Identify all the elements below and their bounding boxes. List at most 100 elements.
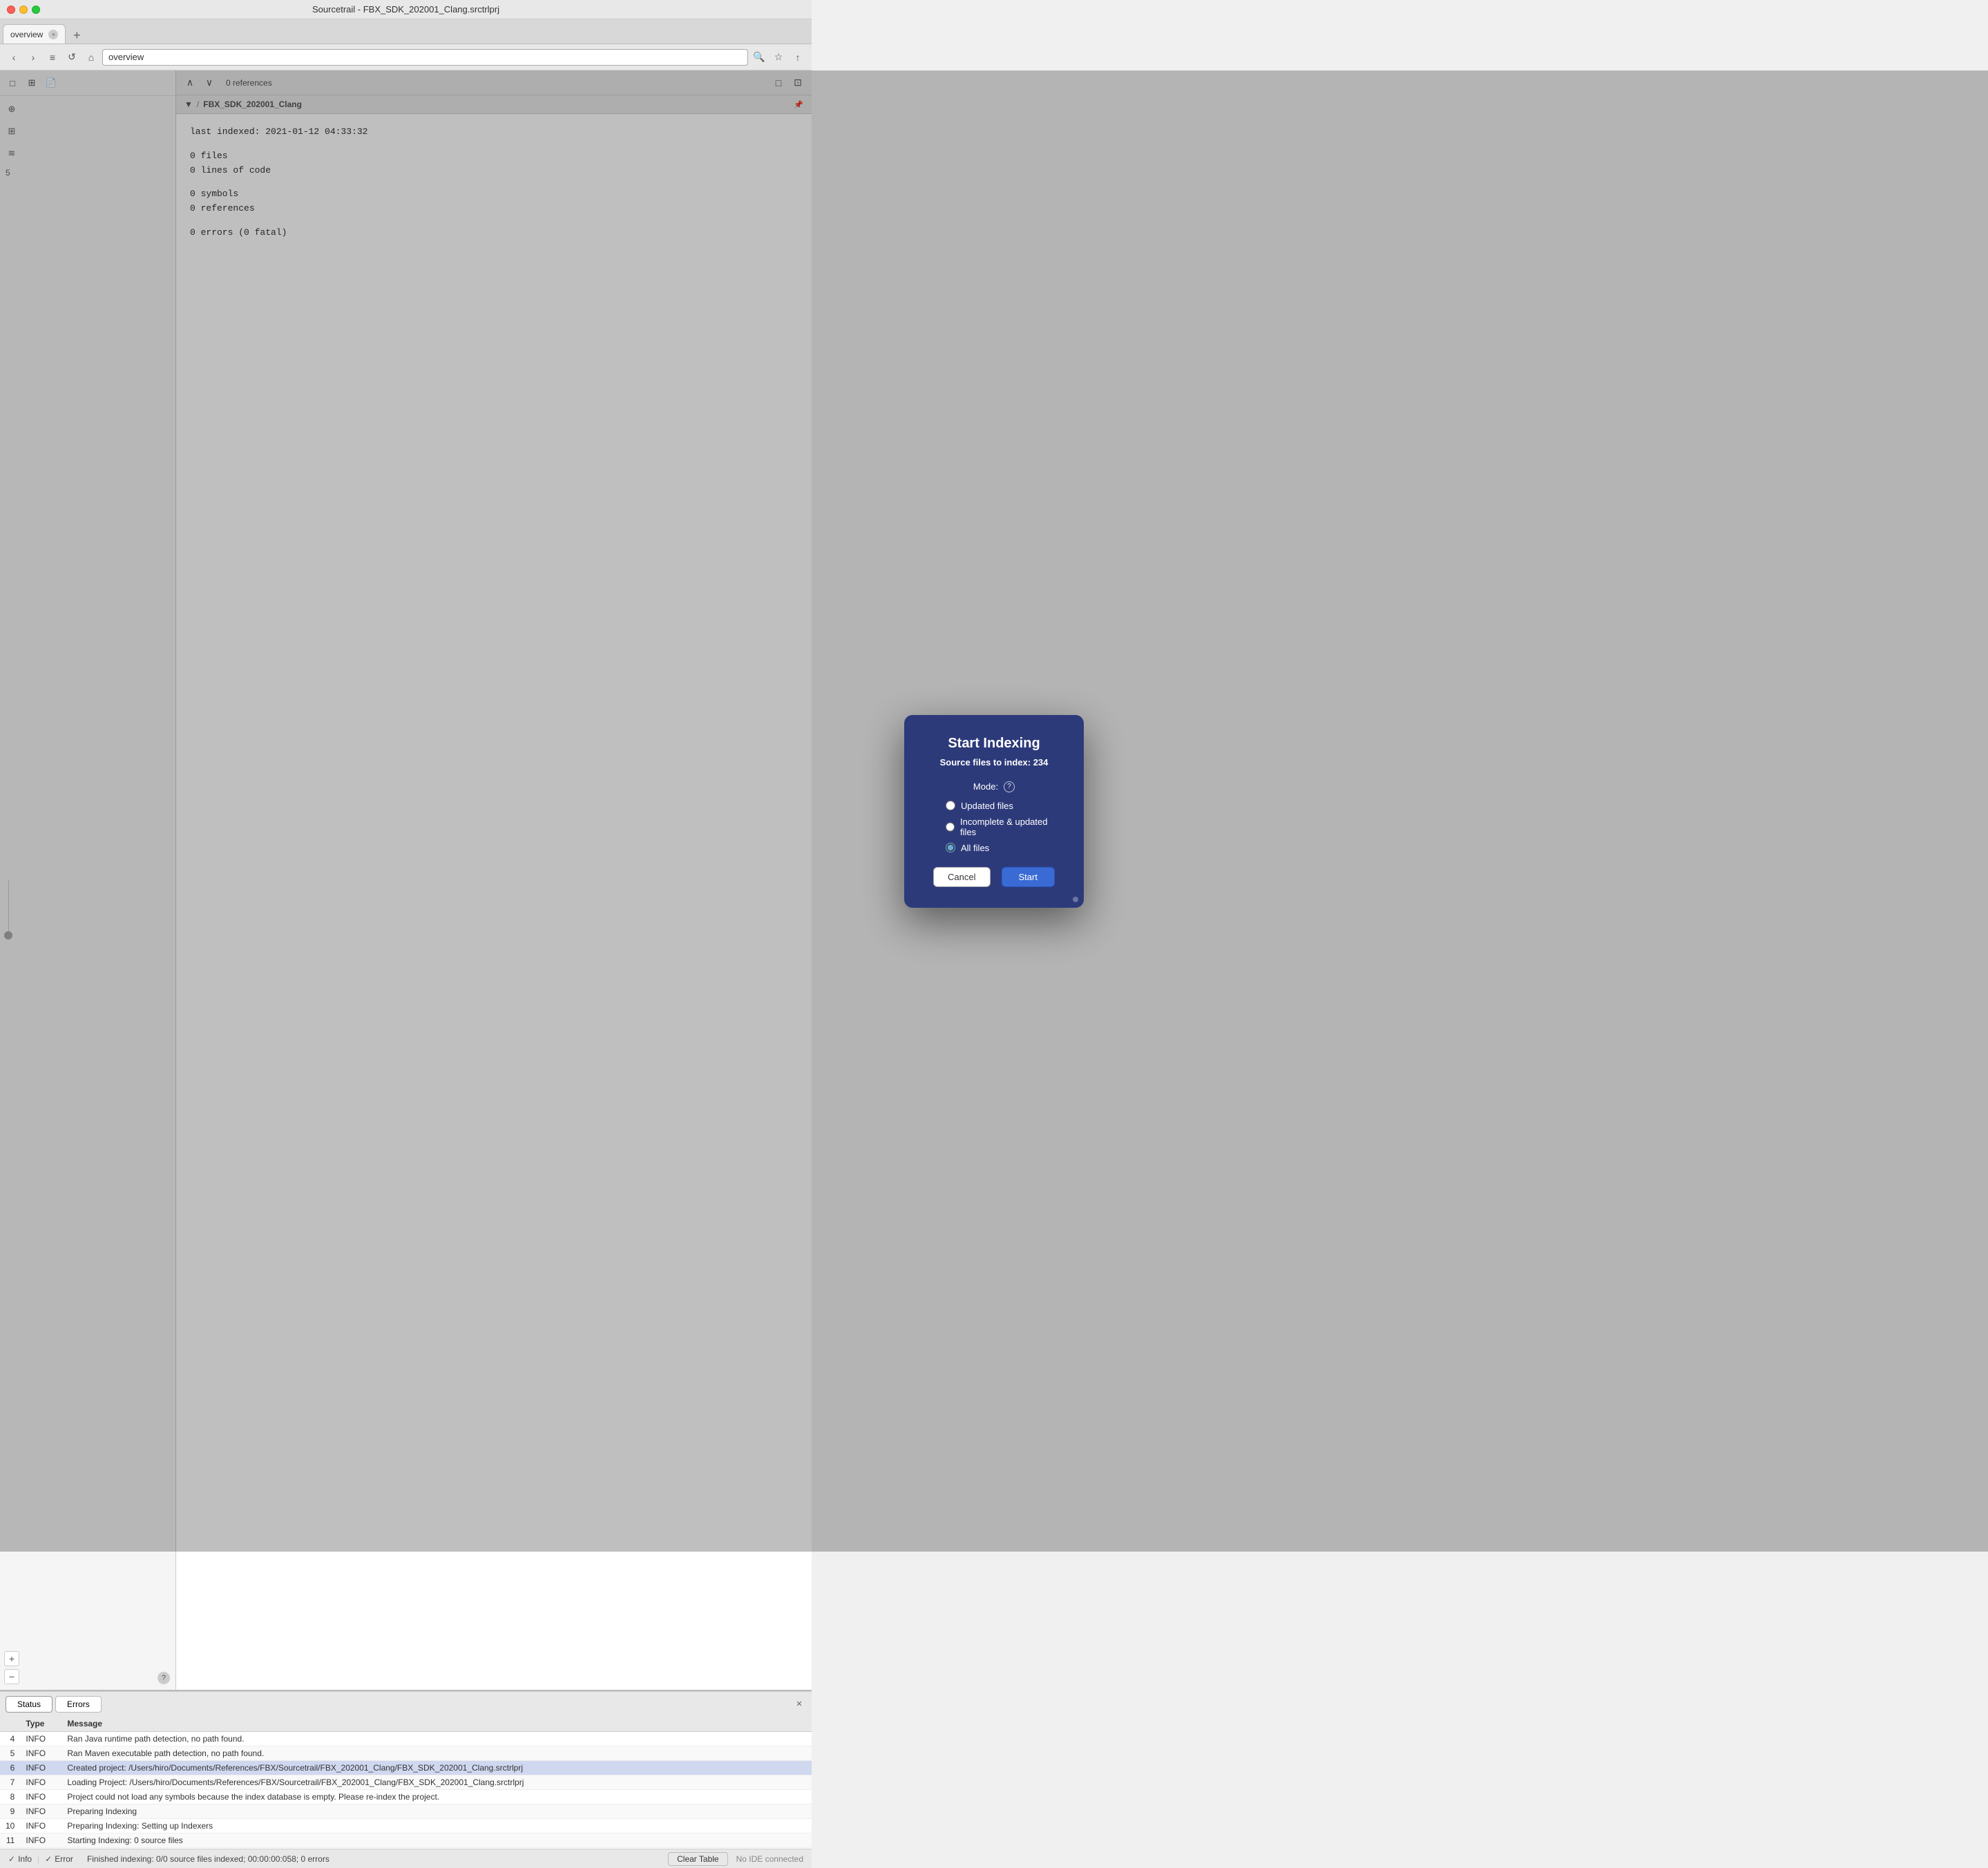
status-message: Finished indexing: 0/0 source files inde… <box>87 1854 668 1864</box>
url-input[interactable] <box>102 49 748 66</box>
tab-bar: overview × + <box>0 19 812 44</box>
radio-incomplete-label: Incomplete & updated files <box>960 817 1056 837</box>
bookmark-button[interactable]: ☆ <box>770 49 787 66</box>
window-title: Sourcetrail - FBX_SDK_202001_Clang.srctr… <box>312 4 499 15</box>
table-row: 7 INFO Loading Project: /Users/hiro/Docu… <box>0 1775 812 1790</box>
info-checkmark: ✓ <box>8 1854 15 1864</box>
row-num: 9 <box>0 1804 20 1819</box>
row-type: INFO <box>20 1746 61 1761</box>
modal-overlay: Start Indexing Source files to index: 23… <box>0 70 1988 1552</box>
radio-updated-input[interactable] <box>946 801 955 810</box>
forward-button[interactable]: › <box>25 49 41 66</box>
nav-bar: ‹ › ≡ ↺ ⌂ 🔍 ☆ ↑ <box>0 44 812 70</box>
row-type: INFO <box>20 1775 61 1790</box>
row-type: INFO <box>20 1790 61 1804</box>
row-type: INFO <box>20 1804 61 1819</box>
tab-add-button[interactable]: + <box>68 27 85 44</box>
row-num: 12 <box>0 1848 20 1849</box>
cancel-button[interactable]: Cancel <box>933 867 990 887</box>
separator-1: | <box>37 1854 39 1864</box>
modal-subtitle: Source files to index: 234 <box>932 757 1056 768</box>
bottom-right: Clear Table No IDE connected <box>668 1852 803 1866</box>
help-button[interactable]: ? <box>157 1672 170 1684</box>
traffic-lights[interactable] <box>7 6 40 14</box>
row-message: Starting Indexing: 0 source files <box>61 1833 812 1848</box>
error-checkbox-group[interactable]: ✓ Error <box>45 1854 73 1864</box>
back-button[interactable]: ‹ <box>6 49 22 66</box>
radio-group: Updated files Incomplete & updated files… <box>932 801 1056 853</box>
info-checkbox-group[interactable]: ✓ Info <box>8 1854 32 1864</box>
mode-help-icon[interactable]: ? <box>1004 781 1015 792</box>
ide-status: No IDE connected <box>736 1854 803 1864</box>
bottom-bar: ✓ Info | ✓ Error Finished indexing: 0/0 … <box>0 1849 812 1868</box>
row-num: 6 <box>0 1761 20 1775</box>
status-close-icon[interactable]: ✕ <box>792 1697 806 1711</box>
row-message: Ran Maven executable path detection, no … <box>61 1746 812 1761</box>
share-button[interactable]: ↑ <box>790 49 806 66</box>
table-row: 10 INFO Preparing Indexing: Setting up I… <box>0 1819 812 1833</box>
close-button[interactable] <box>7 6 15 14</box>
row-num: 5 <box>0 1746 20 1761</box>
radio-incomplete-files[interactable]: Incomplete & updated files <box>946 817 1056 837</box>
corner-decoration <box>1073 897 1078 902</box>
row-message: Loading Project: /Users/hiro/Documents/R… <box>61 1775 812 1790</box>
error-checkmark: ✓ <box>45 1854 52 1864</box>
row-num: 11 <box>0 1833 20 1848</box>
table-row: 11 INFO Starting Indexing: 0 source file… <box>0 1833 812 1848</box>
mode-row: Mode: ? <box>932 781 1056 792</box>
row-message: Project could not load any symbols becau… <box>61 1790 812 1804</box>
radio-all-label: All files <box>961 843 989 853</box>
tab-errors[interactable]: Errors <box>55 1696 102 1713</box>
row-type: INFO <box>20 1819 61 1833</box>
start-button[interactable]: Start <box>1002 867 1055 887</box>
title-bar: Sourcetrail - FBX_SDK_202001_Clang.srctr… <box>0 0 812 19</box>
zoom-controls: + − <box>4 1651 19 1684</box>
mode-label: Mode: <box>973 781 998 792</box>
row-num: 10 <box>0 1819 20 1833</box>
col-type: Type <box>20 1716 61 1732</box>
row-message: Created project: /Users/hiro/Documents/R… <box>61 1761 812 1775</box>
zoom-out-button[interactable]: − <box>4 1669 19 1684</box>
log-area: Status Errors ✕ Type Message 4 INFO Ran … <box>0 1690 812 1849</box>
home-button[interactable]: ⌂ <box>83 49 99 66</box>
maximize-button[interactable] <box>32 6 40 14</box>
col-message: Message <box>61 1716 812 1732</box>
row-type: INFO <box>20 1848 61 1849</box>
row-num: 8 <box>0 1790 20 1804</box>
row-message: Preparing Indexing <box>61 1804 812 1819</box>
log-table: Type Message 4 INFO Ran Java runtime pat… <box>0 1716 812 1849</box>
row-num: 7 <box>0 1775 20 1790</box>
table-row: 8 INFO Project could not load any symbol… <box>0 1790 812 1804</box>
log-scroll[interactable]: Type Message 4 INFO Ran Java runtime pat… <box>0 1716 812 1849</box>
col-num <box>0 1716 20 1732</box>
clear-table-button[interactable]: Clear Table <box>668 1852 727 1866</box>
table-row: 12 INFO Finish Indexing: Optimizing data… <box>0 1848 812 1849</box>
radio-updated-files[interactable]: Updated files <box>946 801 1056 811</box>
row-message: Preparing Indexing: Setting up Indexers <box>61 1819 812 1833</box>
radio-all-input[interactable] <box>946 843 955 852</box>
row-type: INFO <box>20 1833 61 1848</box>
tab-label: overview <box>10 30 43 39</box>
radio-updated-label: Updated files <box>961 801 1013 811</box>
info-label: Info <box>18 1854 32 1864</box>
table-row: 6 INFO Created project: /Users/hiro/Docu… <box>0 1761 812 1775</box>
tab-status[interactable]: Status <box>6 1696 52 1713</box>
table-row: 5 INFO Ran Maven executable path detecti… <box>0 1746 812 1761</box>
minimize-button[interactable] <box>19 6 28 14</box>
zoom-in-button[interactable]: + <box>4 1651 19 1666</box>
search-button[interactable]: 🔍 <box>751 49 767 66</box>
modal-title: Start Indexing <box>932 736 1056 752</box>
history-button[interactable]: ≡ <box>44 49 61 66</box>
modal-buttons: Cancel Start <box>932 867 1056 887</box>
error-label: Error <box>55 1854 73 1864</box>
row-type: INFO <box>20 1761 61 1775</box>
start-indexing-modal: Start Indexing Source files to index: 23… <box>904 715 1084 908</box>
table-row: 9 INFO Preparing Indexing <box>0 1804 812 1819</box>
refresh-button[interactable]: ↺ <box>64 49 80 66</box>
row-message: Finish Indexing: Optimizing database <box>61 1848 812 1849</box>
radio-incomplete-input[interactable] <box>946 822 955 832</box>
status-tabs: Status Errors ✕ <box>0 1691 812 1716</box>
tab-close-icon[interactable]: × <box>48 30 58 39</box>
tab-overview[interactable]: overview × <box>3 24 66 44</box>
radio-all-files[interactable]: All files <box>946 843 1056 853</box>
